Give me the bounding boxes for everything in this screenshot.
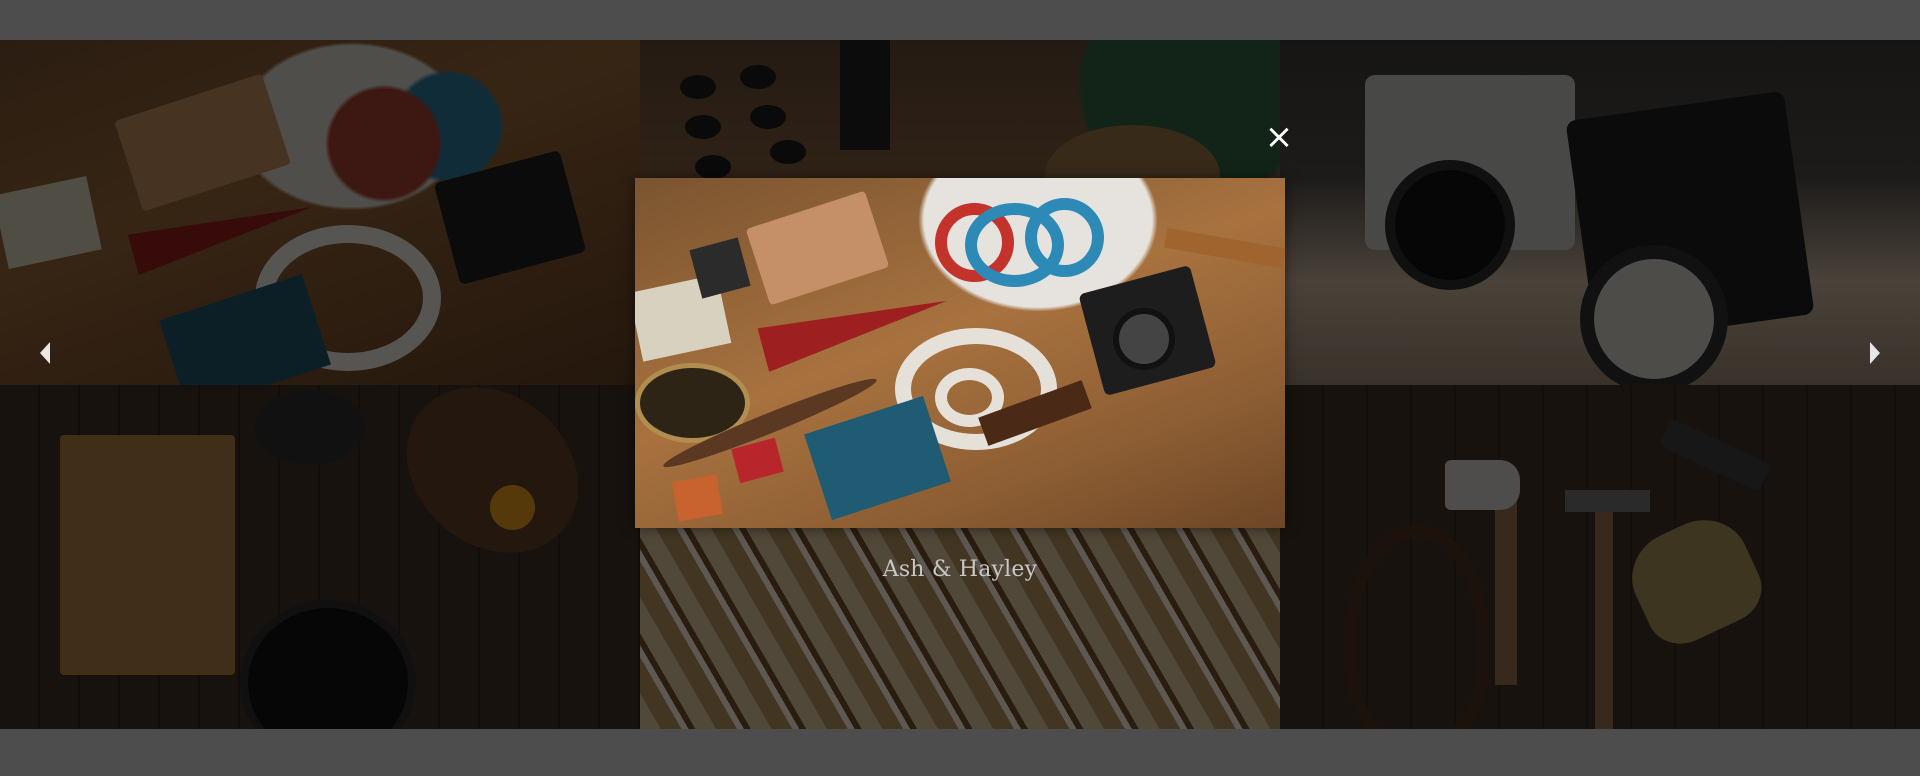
image-ruler-shape [1164,227,1285,269]
close-icon[interactable]: × [1264,120,1294,154]
image-shirt-print-shape [1025,198,1104,277]
chevron-left-icon[interactable] [36,338,56,368]
image-book-shape [745,190,890,306]
lightbox-caption: Ash & Hayley [882,557,1038,582]
lightbox-page: × Ash & Hayley [0,0,1920,776]
lightbox-image[interactable] [635,178,1285,528]
image-camera-lens-shape [1113,308,1175,370]
image-card-shape [804,395,951,521]
chevron-right-icon[interactable] [1864,338,1884,368]
image-tickets-shape [671,474,724,522]
